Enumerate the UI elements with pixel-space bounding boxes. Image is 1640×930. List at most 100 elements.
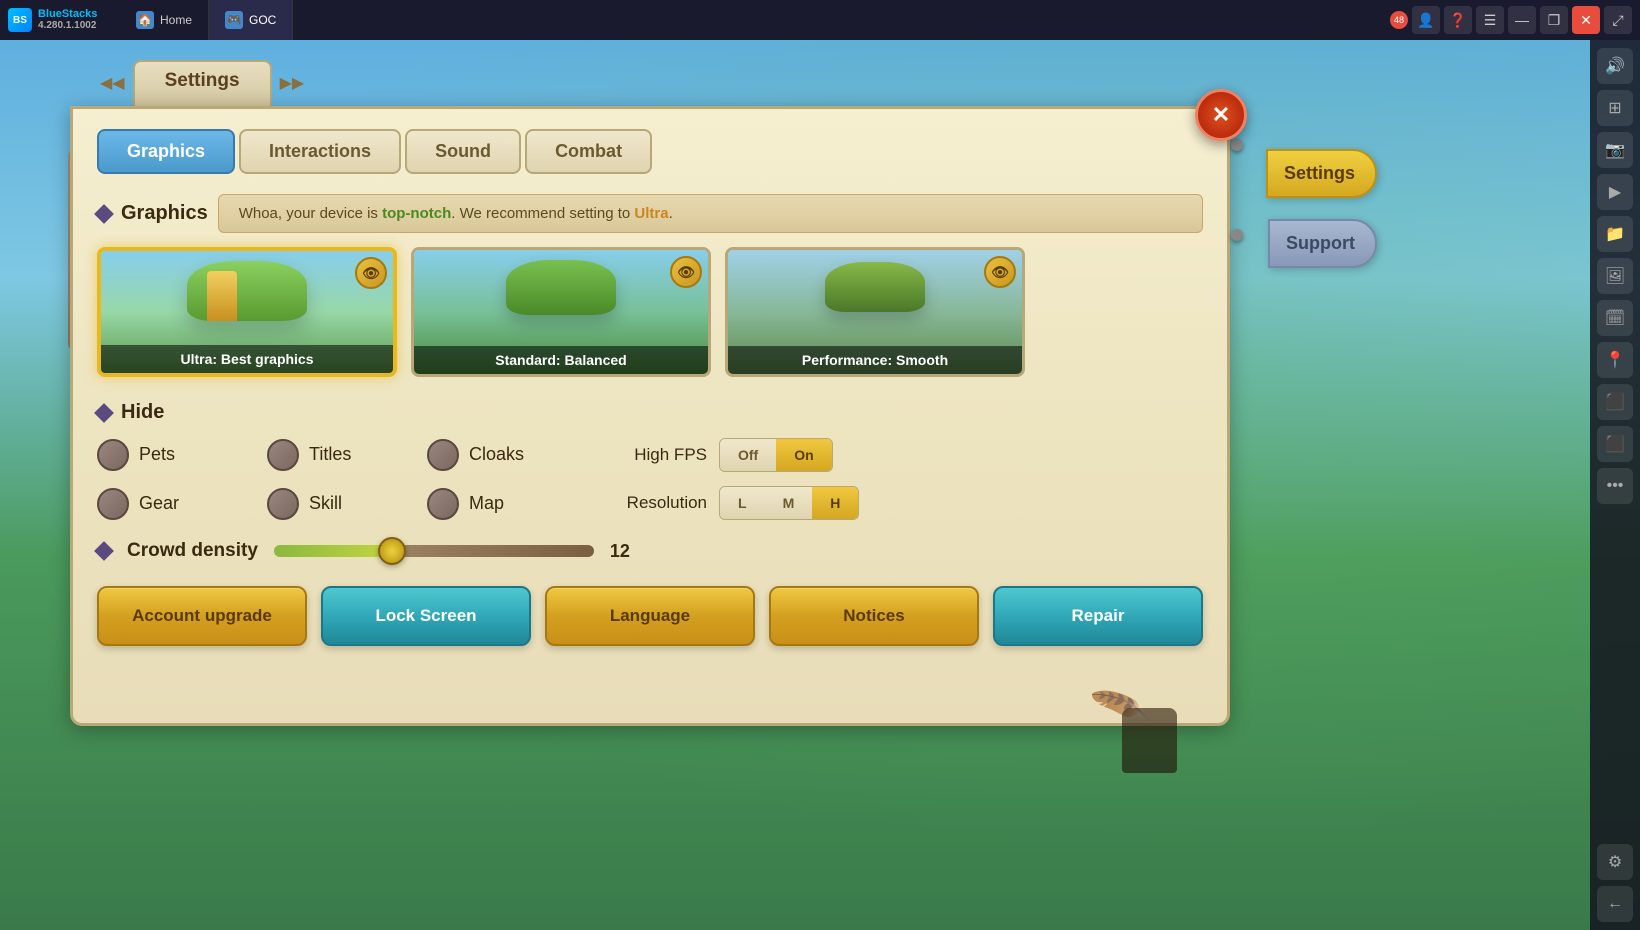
fps-resolution-controls: High FPS Off On Resolution bbox=[617, 438, 1203, 520]
hide-items-grid: Pets Titles Cloaks Gear bbox=[97, 438, 597, 520]
resolution-m-button[interactable]: M bbox=[765, 487, 813, 519]
home-icon: 🏠 bbox=[136, 11, 154, 29]
hide-map[interactable]: Map bbox=[427, 487, 597, 520]
fps-on-button[interactable]: On bbox=[776, 439, 831, 471]
preset-standard[interactable]: 👁 Standard: Balanced bbox=[411, 247, 711, 377]
expand-button[interactable]: ⤢ bbox=[1604, 6, 1632, 34]
cloaks-toggle[interactable] bbox=[427, 439, 459, 471]
standard-preview-badge: 👁 bbox=[670, 256, 702, 288]
performance-label: Performance: Smooth bbox=[728, 346, 1022, 374]
pets-toggle[interactable] bbox=[97, 439, 129, 471]
performance-preview-badge: 👁 bbox=[984, 256, 1016, 288]
sidebar-volume-icon[interactable]: 🔊 bbox=[1597, 48, 1633, 84]
account-button[interactable]: 👤 bbox=[1412, 6, 1440, 34]
sidebar-image-icon[interactable]: 🖼 bbox=[1597, 258, 1633, 294]
hide-cloaks[interactable]: Cloaks bbox=[427, 438, 597, 471]
hide-content: Pets Titles Cloaks Gear bbox=[97, 438, 1203, 520]
tab-home[interactable]: 🏠 Home bbox=[120, 0, 209, 40]
hide-skill[interactable]: Skill bbox=[267, 487, 427, 520]
sidebar-folder-icon[interactable]: 📁 bbox=[1597, 216, 1633, 252]
language-button[interactable]: Language bbox=[545, 586, 755, 646]
ultra-label: Ultra: Best graphics bbox=[101, 345, 393, 373]
crowd-diamond-icon bbox=[94, 541, 114, 561]
skill-toggle[interactable] bbox=[267, 488, 299, 520]
tab-graphics[interactable]: Graphics bbox=[97, 129, 235, 174]
titlebar-controls: 48 👤 ❓ ☰ — ❐ ✕ ⤢ bbox=[1390, 6, 1640, 34]
gear-toggle[interactable] bbox=[97, 488, 129, 520]
graphics-section-header: Graphics bbox=[97, 202, 208, 225]
crowd-density-slider[interactable] bbox=[274, 541, 594, 561]
resolution-btn-group: L M H bbox=[719, 486, 859, 520]
tab-combat[interactable]: Combat bbox=[525, 129, 652, 174]
help-button[interactable]: ❓ bbox=[1444, 6, 1472, 34]
tab-interactions[interactable]: Interactions bbox=[239, 129, 401, 174]
close-window-button[interactable]: ✕ bbox=[1572, 6, 1600, 34]
repair-button[interactable]: Repair bbox=[993, 586, 1203, 646]
preset-ultra[interactable]: 👁 Ultra: Best graphics bbox=[97, 247, 397, 377]
pin-top-icon bbox=[1231, 139, 1243, 151]
inkwell-decoration bbox=[1122, 708, 1177, 773]
hide-pets[interactable]: Pets bbox=[97, 438, 267, 471]
app-name: BlueStacks bbox=[38, 8, 97, 20]
sidebar-square1-icon[interactable]: ⬛ bbox=[1597, 384, 1633, 420]
notices-button[interactable]: Notices bbox=[769, 586, 979, 646]
app-version: 4.280.1.1002 bbox=[38, 20, 97, 32]
slider-track bbox=[274, 545, 594, 557]
fps-control: High FPS Off On bbox=[617, 438, 1203, 472]
graphics-section: Graphics Whoa, your device is top-notch.… bbox=[97, 194, 1203, 377]
panel-title: Settings bbox=[133, 60, 272, 106]
standard-label: Standard: Balanced bbox=[414, 346, 708, 374]
hide-section: Hide Pets Titles Cloaks bbox=[97, 401, 1203, 520]
sidebar-video-icon[interactable]: ▶ bbox=[1597, 174, 1633, 210]
restore-button[interactable]: ❐ bbox=[1540, 6, 1568, 34]
titles-toggle[interactable] bbox=[267, 439, 299, 471]
left-arrow-icon: ◀◀ bbox=[100, 73, 125, 93]
goc-icon: 🎮 bbox=[225, 11, 243, 29]
slider-thumb[interactable] bbox=[378, 537, 406, 565]
resolution-l-button[interactable]: L bbox=[720, 487, 765, 519]
right-sidebar: 🔊 ⊞ 📷 ▶ 📁 🖼 🗓 📍 ⬛ ⬛ ••• ⚙ ← bbox=[1590, 40, 1640, 930]
recommendation-banner: Whoa, your device is top-notch. We recom… bbox=[218, 194, 1203, 233]
menu-button[interactable]: ☰ bbox=[1476, 6, 1504, 34]
hide-gear[interactable]: Gear bbox=[97, 487, 267, 520]
sidebar-back-icon[interactable]: ← bbox=[1597, 886, 1633, 922]
diamond-icon bbox=[94, 204, 114, 224]
preset-performance[interactable]: 👁 Performance: Smooth bbox=[725, 247, 1025, 377]
map-toggle[interactable] bbox=[427, 488, 459, 520]
resolution-h-button[interactable]: H bbox=[812, 487, 858, 519]
tab-goc[interactable]: 🎮 GOC bbox=[209, 0, 293, 40]
hide-titles[interactable]: Titles bbox=[267, 438, 427, 471]
sidebar-settings-icon[interactable]: ⚙ bbox=[1597, 844, 1633, 880]
settings-sidebar-label[interactable]: Settings bbox=[1266, 149, 1377, 198]
bottom-buttons: Account upgrade Lock Screen Language Not… bbox=[97, 586, 1203, 646]
pin-bottom-icon bbox=[1231, 229, 1243, 241]
app-logo: BS BlueStacks 4.280.1.1002 bbox=[0, 8, 120, 32]
sidebar-dots-icon[interactable]: ••• bbox=[1597, 468, 1633, 504]
sidebar-square2-icon[interactable]: ⬛ bbox=[1597, 426, 1633, 462]
panel-header: ◀◀ Settings ▶▶ bbox=[70, 60, 1230, 106]
fps-off-button[interactable]: Off bbox=[720, 439, 776, 471]
tab-sound[interactable]: Sound bbox=[405, 129, 521, 174]
lock-screen-button[interactable]: Lock Screen bbox=[321, 586, 531, 646]
hide-section-header: Hide bbox=[97, 401, 1203, 424]
right-arrow-icon: ▶▶ bbox=[280, 73, 305, 93]
bluestacks-icon: BS bbox=[8, 8, 32, 32]
ultra-island bbox=[187, 261, 307, 321]
notification-badge[interactable]: 48 bbox=[1390, 11, 1408, 29]
hide-diamond-icon bbox=[94, 403, 114, 423]
sidebar-camera-icon[interactable]: 📷 bbox=[1597, 132, 1633, 168]
resolution-control: Resolution L M H bbox=[617, 486, 1203, 520]
close-settings-button[interactable]: ✕ bbox=[1195, 89, 1247, 141]
graphics-presets: 👁 Ultra: Best graphics 👁 Standard: Balan… bbox=[97, 247, 1203, 377]
minimize-button[interactable]: — bbox=[1508, 6, 1536, 34]
performance-island bbox=[825, 262, 925, 312]
sidebar-calendar-icon[interactable]: 🗓 bbox=[1597, 300, 1633, 336]
settings-tabs: Graphics Interactions Sound Combat bbox=[97, 129, 1203, 174]
settings-panel: ◀◀ Settings ▶▶ ✕ Settings Support Graphi… bbox=[70, 60, 1230, 726]
account-upgrade-button[interactable]: Account upgrade bbox=[97, 586, 307, 646]
sidebar-location-icon[interactable]: 📍 bbox=[1597, 342, 1633, 378]
support-sidebar-label[interactable]: Support bbox=[1268, 219, 1377, 268]
tab-goc-label: GOC bbox=[249, 13, 276, 27]
fps-btn-group: Off On bbox=[719, 438, 833, 472]
sidebar-layout-icon[interactable]: ⊞ bbox=[1597, 90, 1633, 126]
